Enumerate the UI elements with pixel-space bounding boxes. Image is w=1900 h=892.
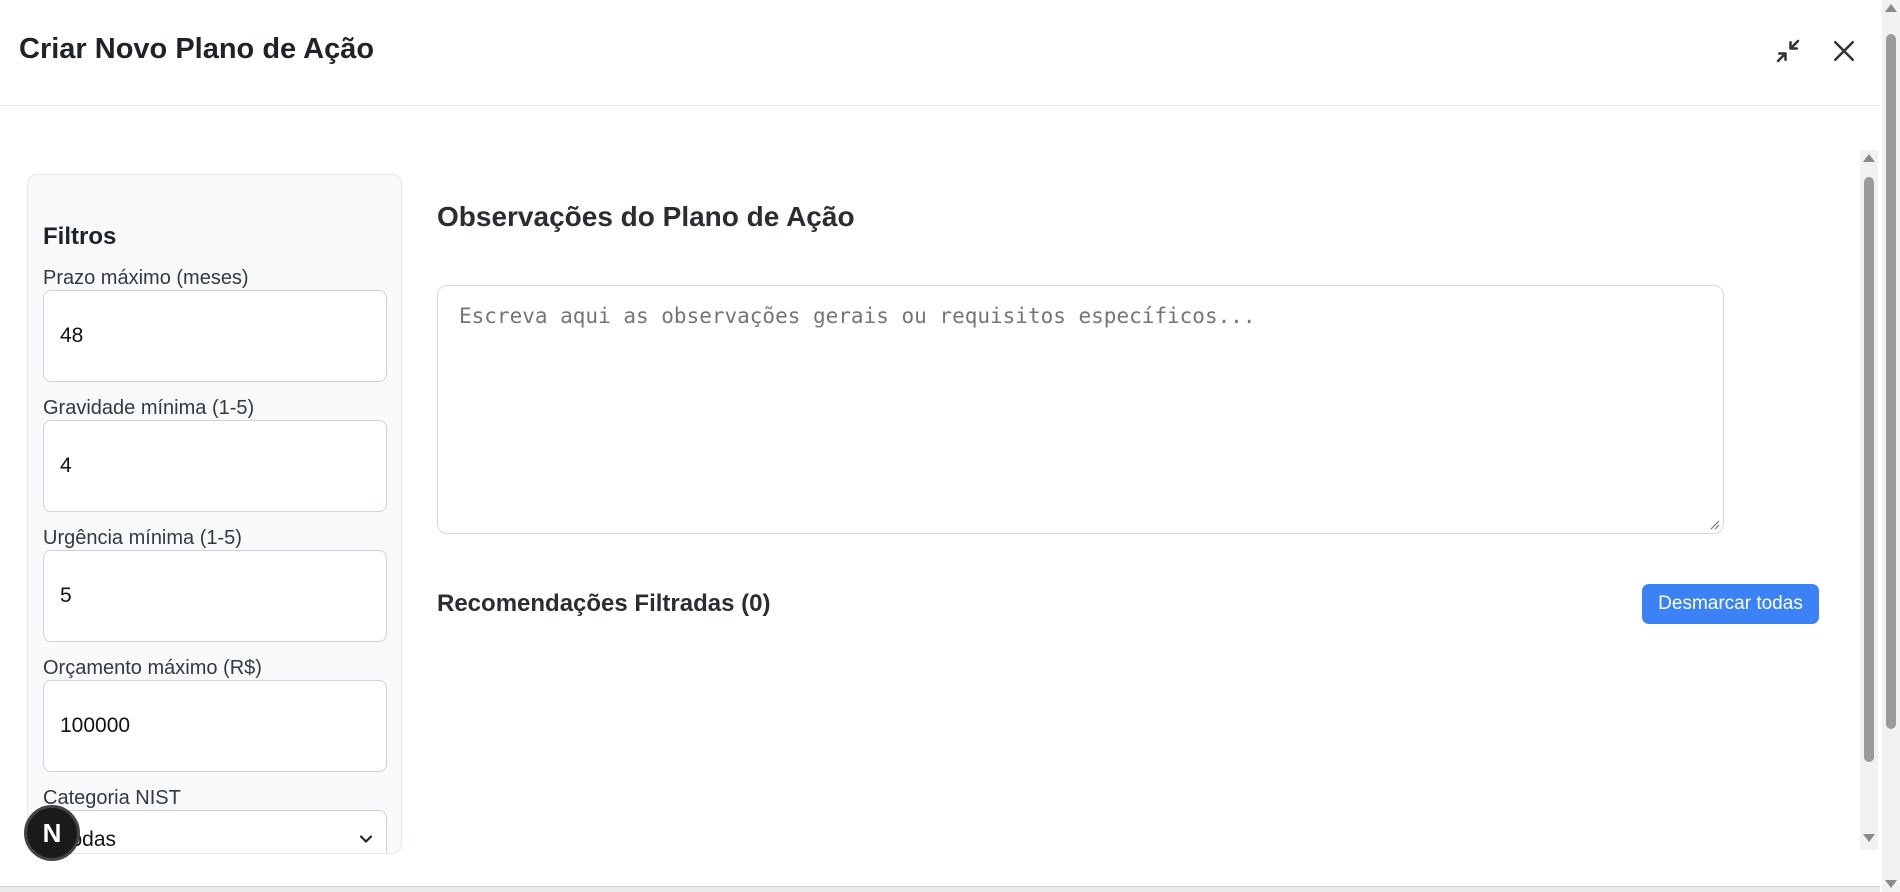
filters-panel: Filtros Prazo máximo (meses) 48 Gravidad… xyxy=(27,174,402,854)
chevron-down-icon xyxy=(359,835,373,843)
notes-textarea[interactable]: Escreva aqui as observações gerais ou re… xyxy=(437,285,1724,534)
minimize-button[interactable] xyxy=(1770,33,1806,69)
scroll-thumb[interactable] xyxy=(1886,34,1896,729)
deselect-all-button[interactable]: Desmarcar todas xyxy=(1642,584,1819,624)
close-button[interactable] xyxy=(1826,33,1862,69)
resize-handle-icon[interactable] xyxy=(1708,518,1720,530)
nextjs-badge-button[interactable]: N xyxy=(24,805,80,861)
close-icon xyxy=(1834,41,1854,61)
severity-input[interactable]: 4 xyxy=(43,420,387,512)
notes-placeholder: Escreva aqui as observações gerais ou re… xyxy=(459,304,1256,328)
budget-input[interactable]: 100000 xyxy=(43,680,387,772)
page-scrollbar[interactable] xyxy=(1882,0,1900,892)
bottom-edge xyxy=(0,886,1880,892)
deadline-label: Prazo máximo (meses) xyxy=(43,267,249,289)
scroll-up-arrow-icon[interactable] xyxy=(1885,4,1897,12)
deadline-input[interactable]: 48 xyxy=(43,290,387,382)
category-select[interactable]: Todas xyxy=(43,810,387,853)
budget-label: Orçamento máximo (R$) xyxy=(43,657,262,679)
dialog-title: Criar Novo Plano de Ação xyxy=(19,33,375,65)
recommendations-title: Recomendações Filtradas (0) xyxy=(437,590,771,617)
collapse-arrows-icon xyxy=(1776,39,1800,63)
severity-label: Gravidade mínima (1-5) xyxy=(43,397,255,419)
content-scroll-thumb[interactable] xyxy=(1864,177,1874,762)
dialog-header: Criar Novo Plano de Ação xyxy=(0,0,1880,106)
category-label: Categoria NIST xyxy=(43,787,181,809)
content-scroll-down-icon[interactable] xyxy=(1863,834,1875,842)
content-scroll-up-icon[interactable] xyxy=(1863,154,1875,162)
filters-title: Filtros xyxy=(43,223,117,250)
badge-letter: N xyxy=(42,817,62,848)
content-scrollbar[interactable] xyxy=(1860,150,1878,850)
scroll-down-arrow-icon[interactable] xyxy=(1885,880,1897,888)
notes-title: Observações do Plano de Ação xyxy=(437,201,855,232)
urgency-label: Urgência mínima (1-5) xyxy=(43,527,242,549)
urgency-input[interactable]: 5 xyxy=(43,550,387,642)
